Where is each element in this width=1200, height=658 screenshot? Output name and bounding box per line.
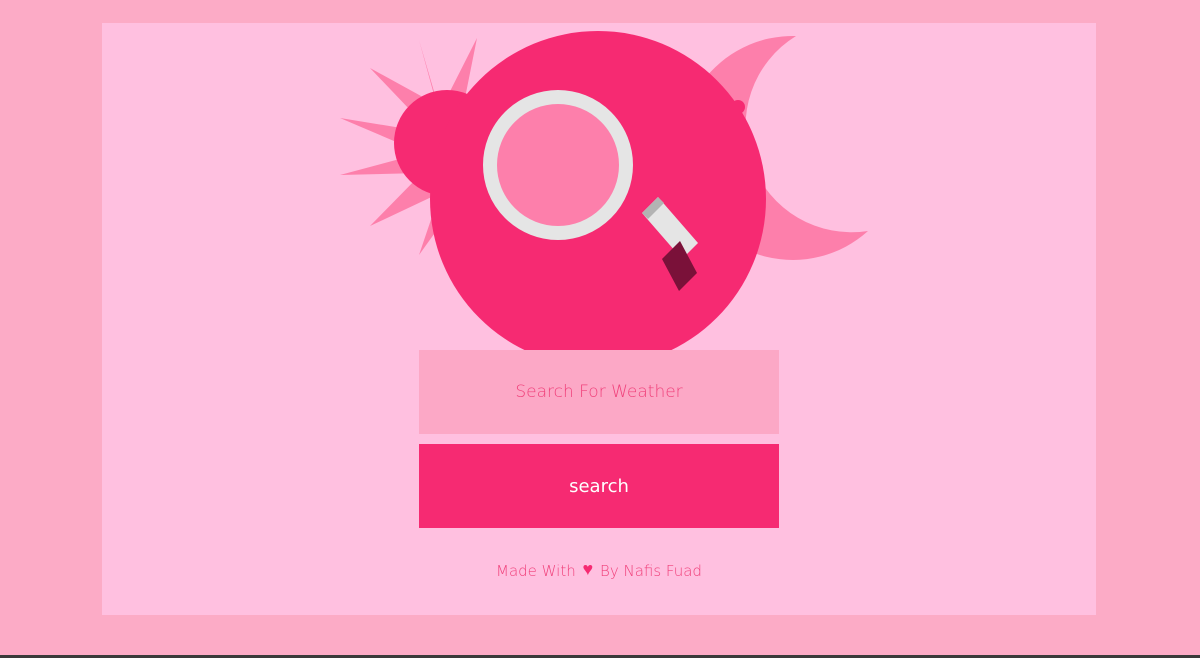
footer-author: By Nafis Fuad bbox=[600, 562, 702, 580]
weather-search-card: search Made With ♥ By Nafis Fuad bbox=[102, 23, 1096, 615]
footer-credit: Made With ♥ By Nafis Fuad bbox=[102, 559, 1096, 581]
footer-prefix: Made With bbox=[496, 562, 576, 580]
heart-icon: ♥ bbox=[582, 559, 594, 580]
search-input[interactable] bbox=[419, 350, 779, 434]
search-button[interactable]: search bbox=[419, 444, 779, 528]
weather-search-illustration bbox=[340, 31, 868, 367]
